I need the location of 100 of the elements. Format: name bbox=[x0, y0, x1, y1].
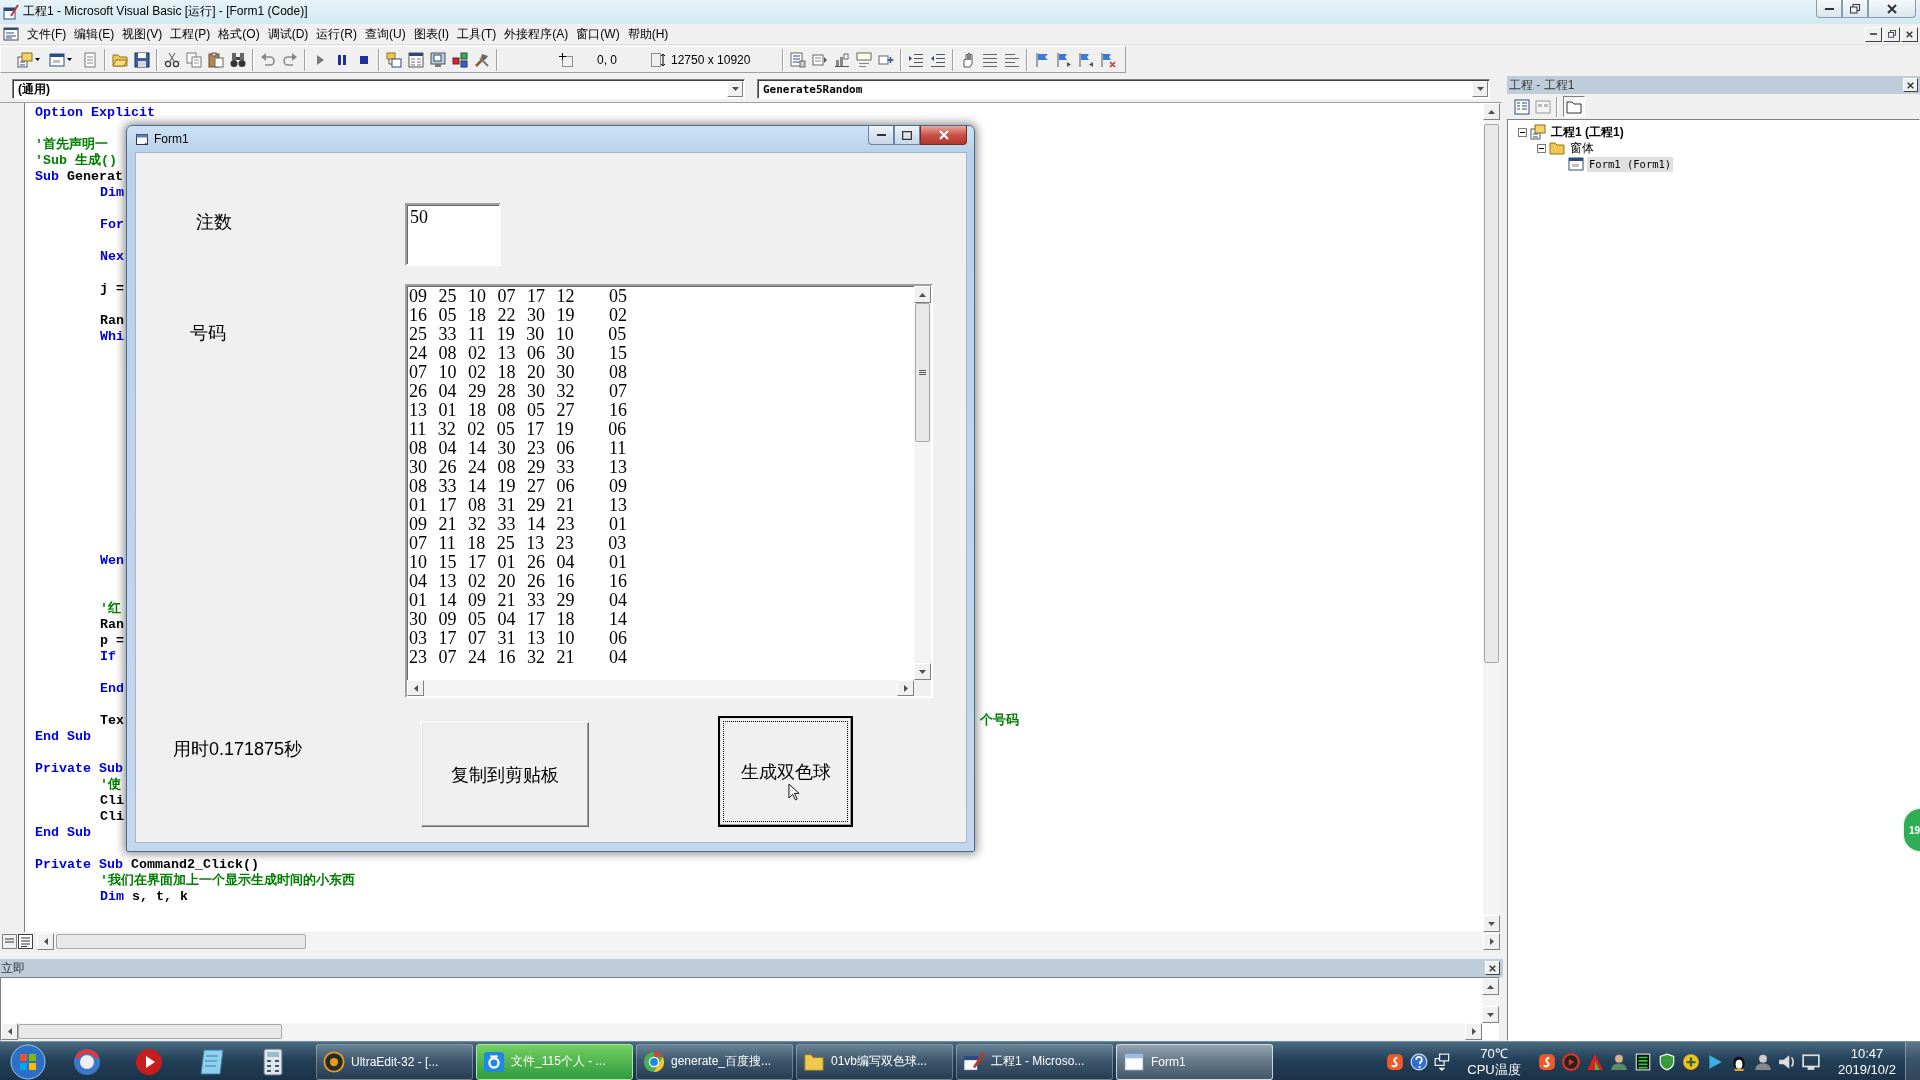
hand-icon[interactable] bbox=[960, 51, 976, 68]
lines-icon[interactable] bbox=[1004, 51, 1020, 68]
app-logo-icon[interactable] bbox=[1538, 1052, 1556, 1071]
maximize-button[interactable] bbox=[894, 126, 920, 145]
scroll-right-button[interactable] bbox=[897, 680, 914, 696]
show-desktop-button[interactable] bbox=[1905, 1042, 1920, 1080]
horizontal-scrollbar[interactable] bbox=[1, 1023, 1482, 1040]
scroll-right-button[interactable] bbox=[1483, 932, 1500, 950]
collapse-icon[interactable] bbox=[1537, 143, 1546, 153]
minimize-button[interactable] bbox=[1816, 0, 1842, 18]
count-field[interactable]: 50 bbox=[405, 203, 501, 266]
menu-item[interactable]: 帮助(H) bbox=[623, 24, 673, 44]
menu-item[interactable]: 窗口(W) bbox=[572, 24, 624, 44]
vertical-scrollbar[interactable] bbox=[914, 286, 931, 680]
grid-square-icon[interactable] bbox=[1634, 1052, 1652, 1071]
notebook-icon[interactable] bbox=[197, 1047, 225, 1076]
plus-circle-icon[interactable] bbox=[1682, 1052, 1700, 1071]
flag-arrow-icon[interactable] bbox=[1078, 51, 1094, 68]
folder-open-icon[interactable] bbox=[112, 51, 128, 68]
menu-item[interactable]: 格式(O) bbox=[214, 24, 264, 44]
flag-icon[interactable] bbox=[1034, 51, 1050, 68]
scroll-left-button[interactable] bbox=[1, 1023, 18, 1040]
menu-item[interactable]: 外接程序(A) bbox=[500, 24, 573, 44]
horizontal-scrollbar[interactable] bbox=[407, 680, 914, 696]
undo-icon[interactable] bbox=[260, 51, 276, 68]
object-dropdown[interactable]: (通用) bbox=[12, 79, 745, 99]
scroll-down-button[interactable] bbox=[1483, 915, 1500, 932]
menu-item[interactable]: 图表(I) bbox=[409, 24, 453, 44]
monitor-icon[interactable] bbox=[1802, 1052, 1820, 1071]
hammer-icon[interactable] bbox=[474, 51, 490, 68]
menu-item[interactable]: 工程(P) bbox=[166, 24, 215, 44]
scroll-thumb[interactable] bbox=[915, 303, 930, 442]
horizontal-scrollbar[interactable] bbox=[37, 932, 1500, 950]
shield-icon[interactable] bbox=[1658, 1052, 1676, 1071]
list-icon[interactable] bbox=[790, 51, 806, 68]
scroll-up-button[interactable] bbox=[1482, 978, 1499, 995]
redo-icon[interactable] bbox=[282, 51, 298, 68]
menu-item[interactable]: 视图(V) bbox=[118, 24, 167, 44]
clipboard-icon[interactable] bbox=[208, 51, 224, 68]
copy-icon[interactable] bbox=[186, 51, 202, 68]
tree-item[interactable]: 窗体 bbox=[1568, 140, 1596, 156]
vertical-scrollbar[interactable] bbox=[1482, 978, 1499, 1023]
taskbar-button[interactable]: 01vb编写双色球... bbox=[796, 1043, 953, 1080]
menu-item[interactable]: 调试(D) bbox=[263, 24, 313, 44]
triangle-icon[interactable] bbox=[1586, 1052, 1604, 1071]
play-circle-icon[interactable] bbox=[135, 1047, 163, 1076]
scroll-left-button[interactable] bbox=[407, 680, 424, 696]
flag-arrow-icon[interactable] bbox=[1056, 51, 1072, 68]
vertical-scrollbar[interactable] bbox=[1483, 103, 1500, 932]
procedure-dropdown[interactable]: Generate5Random bbox=[757, 79, 1490, 99]
menu-item[interactable]: 运行(R) bbox=[312, 24, 361, 44]
window-stack-icon[interactable] bbox=[1434, 1052, 1452, 1071]
form-icon[interactable] bbox=[48, 51, 65, 68]
scroll-down-button[interactable] bbox=[1482, 1006, 1499, 1023]
code-window-icon[interactable] bbox=[3, 26, 19, 42]
caret-icon[interactable] bbox=[34, 58, 40, 61]
folder-toggle-button[interactable] bbox=[1563, 96, 1585, 117]
help-icon[interactable] bbox=[1410, 1052, 1428, 1071]
scroll-down-button[interactable] bbox=[914, 663, 931, 680]
lines-icon[interactable] bbox=[982, 51, 998, 68]
form-button[interactable]: 复制到剪贴板 bbox=[421, 722, 589, 827]
scroll-up-button[interactable] bbox=[1483, 103, 1500, 120]
taskbar-button[interactable]: generate_百度搜... bbox=[636, 1043, 793, 1080]
save-icon[interactable] bbox=[134, 51, 150, 68]
person-icon[interactable] bbox=[1610, 1052, 1628, 1071]
immediate-field[interactable] bbox=[0, 977, 1500, 1041]
form-button[interactable]: 生成双色球 bbox=[718, 716, 853, 827]
scroll-up-button[interactable] bbox=[914, 286, 931, 303]
results-field[interactable] bbox=[405, 284, 933, 698]
binoculars-icon[interactable] bbox=[230, 51, 246, 68]
list-arrow-icon[interactable] bbox=[812, 51, 828, 68]
start-orb-icon[interactable] bbox=[10, 1043, 46, 1080]
properties-icon[interactable] bbox=[408, 51, 424, 68]
indent-icon[interactable] bbox=[908, 51, 924, 68]
scroll-thumb[interactable] bbox=[1484, 124, 1499, 663]
scroll-thumb[interactable] bbox=[18, 1024, 282, 1039]
close-button[interactable] bbox=[1868, 0, 1916, 18]
taskbar-button[interactable]: Form1 bbox=[1116, 1043, 1273, 1080]
module-view-icon[interactable] bbox=[18, 933, 33, 949]
taskbar-button[interactable]: UltraEdit-32 - [... bbox=[316, 1043, 473, 1080]
list-window-icon[interactable] bbox=[1514, 98, 1530, 115]
project-icon[interactable] bbox=[16, 51, 33, 68]
menu-item[interactable]: 查询(U) bbox=[361, 24, 410, 44]
tree-view-icon[interactable] bbox=[386, 51, 402, 68]
scissors-icon[interactable] bbox=[164, 51, 180, 68]
monitor-icon[interactable] bbox=[430, 51, 446, 68]
menu-item[interactable]: 工具(T) bbox=[453, 24, 501, 44]
dropdown-button[interactable] bbox=[1472, 81, 1488, 97]
person-icon[interactable] bbox=[1754, 1052, 1772, 1071]
menu-item[interactable]: 编辑(E) bbox=[70, 24, 119, 44]
caret-icon[interactable] bbox=[66, 58, 72, 61]
tree-item[interactable]: 工程1 (工程1) bbox=[1549, 124, 1626, 140]
close-button[interactable] bbox=[920, 126, 967, 145]
minimize-button[interactable] bbox=[868, 126, 894, 145]
flag-cross-icon[interactable] bbox=[1100, 51, 1116, 68]
taskbar-button[interactable]: 工程1 - Microso... bbox=[956, 1043, 1113, 1080]
browser-icon[interactable] bbox=[73, 1047, 101, 1076]
menu-item[interactable]: 文件(F) bbox=[23, 24, 71, 44]
scroll-left-button[interactable] bbox=[37, 932, 54, 950]
tooltip-icon[interactable] bbox=[856, 51, 872, 68]
